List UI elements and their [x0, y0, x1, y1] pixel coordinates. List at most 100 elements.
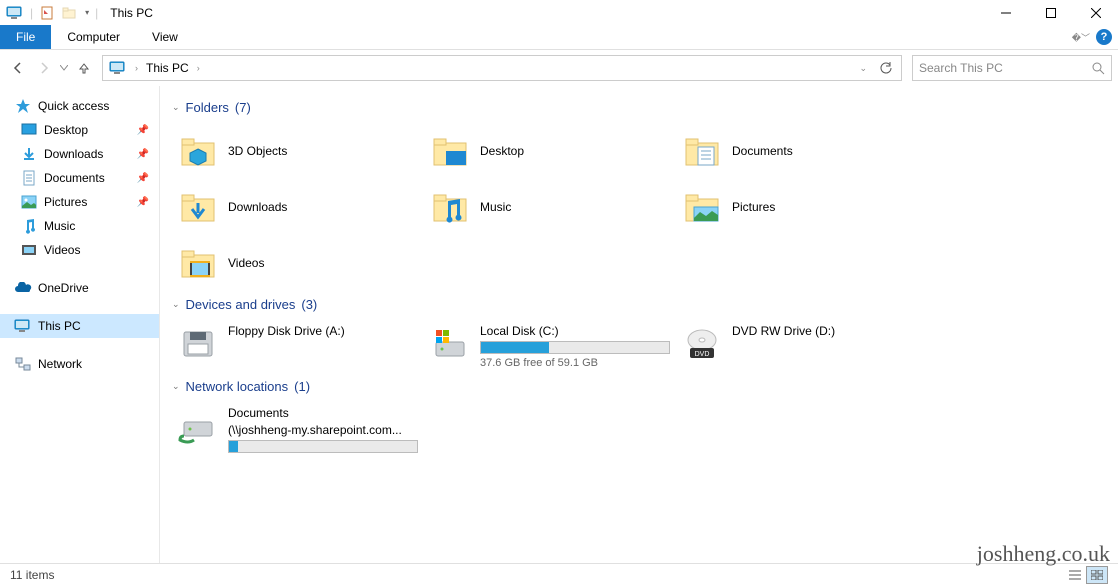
chevron-down-icon: ⌄ — [172, 381, 180, 392]
sidebar-item-onedrive[interactable]: OneDrive — [0, 276, 159, 300]
navbar: › This PC › ⌄ Search This PC — [0, 50, 1118, 86]
sidebar-item-music[interactable]: Music — [0, 214, 159, 238]
pin-icon: 📌 — [137, 125, 149, 136]
sidebar-item-pictures[interactable]: Pictures 📌 — [0, 190, 159, 214]
capacity-bar — [480, 341, 670, 354]
chevron-down-icon: ⌄ — [172, 102, 180, 113]
sidebar-item-desktop[interactable]: Desktop 📌 — [0, 118, 159, 142]
sidebar-label: Documents — [44, 171, 105, 185]
tab-view[interactable]: View — [136, 25, 194, 49]
window-title: This PC — [110, 6, 153, 20]
view-mode-buttons — [1064, 566, 1108, 584]
folder-icon — [178, 187, 218, 227]
qat-dropdown-icon[interactable]: ▾ — [85, 8, 89, 17]
tiles-view-button[interactable] — [1086, 566, 1108, 584]
network-icon — [14, 356, 32, 372]
group-label: Devices and drives — [186, 297, 296, 312]
close-button[interactable] — [1073, 0, 1118, 25]
group-header-folders[interactable]: ⌄ Folders (7) — [172, 100, 1106, 115]
item-label: Music — [480, 200, 511, 214]
ribbon-right: �﹀ ? — [1072, 25, 1118, 49]
sidebar-label: Network — [38, 357, 82, 371]
group-label: Folders — [186, 100, 229, 115]
drive-label: Local Disk (C:) — [480, 324, 670, 338]
tab-computer[interactable]: Computer — [51, 25, 136, 49]
group-header-drives[interactable]: ⌄ Devices and drives (3) — [172, 297, 1106, 312]
sidebar-item-documents[interactable]: Documents 📌 — [0, 166, 159, 190]
minimize-button[interactable] — [983, 0, 1028, 25]
pc-icon — [6, 5, 24, 21]
nav-pane: Quick access Desktop 📌 Downloads 📌 Docum… — [0, 86, 160, 563]
download-icon — [20, 146, 38, 162]
item-label: Videos — [228, 256, 264, 270]
titlebar: | ▾ | This PC — [0, 0, 1118, 25]
search-icon[interactable] — [1092, 62, 1105, 75]
drive-floppy[interactable]: Floppy Disk Drive (A:) — [172, 320, 424, 373]
qat-separator: | — [30, 6, 33, 20]
netloc-documents[interactable]: Documents (\\joshheng-my.sharepoint.com.… — [172, 402, 424, 457]
item-label: Pictures — [732, 200, 775, 214]
music-icon — [20, 218, 38, 234]
video-icon — [20, 242, 38, 258]
details-view-button[interactable] — [1064, 566, 1086, 584]
tab-file[interactable]: File — [0, 25, 51, 49]
chevron-right-icon[interactable]: › — [193, 63, 204, 73]
folders-grid: 3D Objects Desktop Documents Downloads M… — [172, 123, 1106, 291]
netloc-grid: Documents (\\joshheng-my.sharepoint.com.… — [172, 402, 1106, 457]
group-label: Network locations — [186, 379, 289, 394]
refresh-button[interactable] — [873, 61, 899, 75]
ribbon-expand-icon[interactable]: �﹀ — [1072, 31, 1090, 44]
pc-icon — [14, 318, 32, 334]
desktop-icon — [20, 122, 38, 138]
addr-dropdown-icon[interactable]: ⌄ — [853, 63, 873, 74]
drives-grid: Floppy Disk Drive (A:) Local Disk (C:) 3… — [172, 320, 1106, 373]
sidebar-item-this-pc[interactable]: This PC — [0, 314, 159, 338]
up-button[interactable] — [72, 56, 96, 80]
drive-dvd[interactable]: DVD DVD RW Drive (D:) — [676, 320, 928, 373]
folder-documents[interactable]: Documents — [676, 123, 928, 179]
recent-dropdown-icon[interactable] — [58, 56, 70, 80]
newfolder-icon[interactable] — [61, 5, 79, 21]
folder-pictures[interactable]: Pictures — [676, 179, 928, 235]
folder-3d-objects[interactable]: 3D Objects — [172, 123, 424, 179]
network-drive-icon — [178, 406, 218, 446]
window-controls — [983, 0, 1118, 25]
properties-icon[interactable] — [39, 5, 57, 21]
sidebar-label: This PC — [38, 319, 81, 333]
sidebar-item-network[interactable]: Network — [0, 352, 159, 376]
folder-icon — [682, 131, 722, 171]
statusbar: 11 items — [0, 563, 1118, 585]
drive-local-c[interactable]: Local Disk (C:) 37.6 GB free of 59.1 GB — [424, 320, 676, 373]
pin-icon: 📌 — [137, 197, 149, 208]
onedrive-icon — [14, 280, 32, 296]
forward-button[interactable] — [32, 56, 56, 80]
group-count: (3) — [301, 297, 317, 312]
maximize-button[interactable] — [1028, 0, 1073, 25]
search-input[interactable]: Search This PC — [912, 55, 1112, 81]
chevron-right-icon[interactable]: › — [131, 63, 142, 73]
main-row: Quick access Desktop 📌 Downloads 📌 Docum… — [0, 86, 1118, 563]
address-bar[interactable]: › This PC › ⌄ — [102, 55, 902, 81]
netloc-label: Documents — [228, 406, 418, 420]
svg-text:DVD: DVD — [695, 351, 710, 358]
content-pane: ⌄ Folders (7) 3D Objects Desktop Documen… — [160, 86, 1118, 563]
help-icon[interactable]: ? — [1096, 29, 1112, 45]
folder-desktop[interactable]: Desktop — [424, 123, 676, 179]
sidebar-label: Videos — [44, 243, 80, 257]
folder-icon — [430, 187, 470, 227]
folder-icon — [682, 187, 722, 227]
sidebar-item-downloads[interactable]: Downloads 📌 — [0, 142, 159, 166]
folder-videos[interactable]: Videos — [172, 235, 424, 291]
folder-downloads[interactable]: Downloads — [172, 179, 424, 235]
folder-icon — [430, 131, 470, 171]
item-label: 3D Objects — [228, 144, 287, 158]
group-header-netloc[interactable]: ⌄ Network locations (1) — [172, 379, 1106, 394]
breadcrumb-this-pc[interactable]: This PC — [142, 61, 193, 75]
star-icon — [14, 98, 32, 114]
picture-icon — [20, 194, 38, 210]
folder-music[interactable]: Music — [424, 179, 676, 235]
sidebar-item-videos[interactable]: Videos — [0, 238, 159, 262]
sidebar-item-quick-access[interactable]: Quick access — [0, 94, 159, 118]
back-button[interactable] — [6, 56, 30, 80]
ribbon: File Computer View �﹀ ? — [0, 25, 1118, 50]
